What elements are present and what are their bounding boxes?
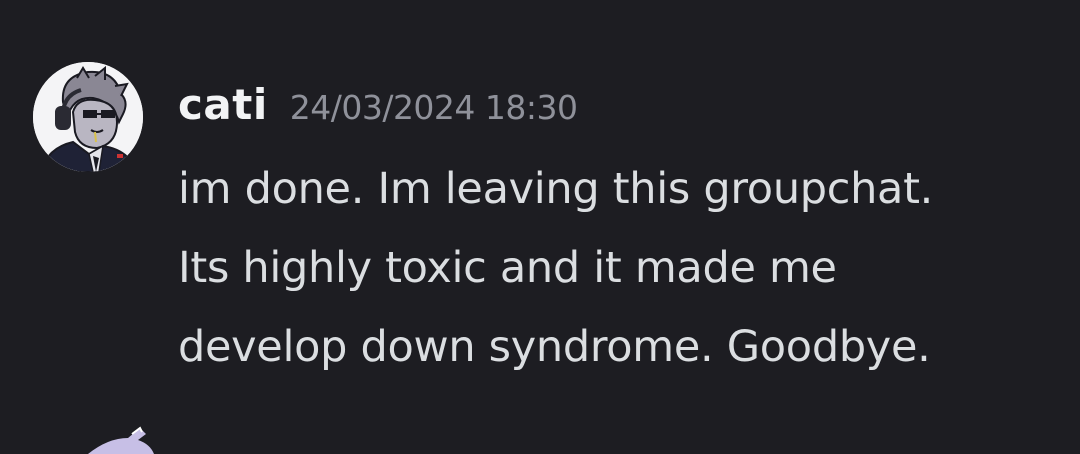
username[interactable]: cati: [178, 80, 268, 129]
message-line: im done. Im leaving this groupchat.: [178, 164, 934, 214]
message-line: develop down syndrome. Goodbye.: [178, 322, 931, 372]
character-avatar-icon: [33, 62, 143, 172]
chat-message: cati 24/03/2024 18:30 im done. Im leavin…: [0, 0, 1080, 454]
message-header: cati 24/03/2024 18:30: [178, 80, 578, 129]
timestamp[interactable]: 24/03/2024 18:30: [290, 88, 578, 127]
message-line: Its highly toxic and it made me: [178, 243, 837, 293]
user-avatar[interactable]: [33, 62, 143, 172]
message-content: im done. Im leaving this groupchat. Its …: [178, 150, 1068, 387]
next-message-avatar-icon: [88, 426, 154, 454]
